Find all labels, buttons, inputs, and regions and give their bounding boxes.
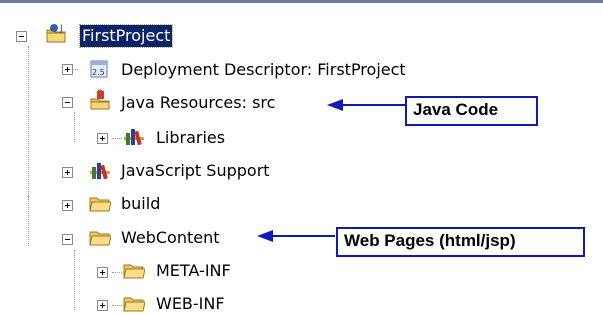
expand-toggle[interactable] — [62, 200, 73, 211]
expand-toggle[interactable] — [97, 133, 108, 144]
tree-node-label: Deployment Descriptor: FirstProject — [121, 60, 406, 79]
expand-toggle[interactable] — [62, 167, 73, 178]
callout-web-pages: Web Pages (html/jsp) — [336, 227, 585, 257]
folder-icon — [89, 231, 111, 246]
folder-icon — [123, 264, 145, 279]
collapse-toggle[interactable] — [62, 234, 73, 245]
java-resources-icon — [90, 89, 110, 110]
svg-text:J: J — [59, 24, 63, 34]
expand-toggle[interactable] — [62, 64, 73, 75]
panel-top-border — [0, 0, 603, 3]
deployment-descriptor-icon: 2.5 — [90, 60, 108, 78]
svg-text:2.5: 2.5 — [92, 68, 105, 77]
collapse-toggle[interactable] — [16, 31, 27, 42]
tree-guide-line — [112, 272, 122, 273]
tree-node-label: WebContent — [121, 228, 220, 247]
tree-guide-line — [74, 112, 75, 142]
tree-node-label: Libraries — [156, 128, 226, 147]
tree-node-label: JavaScript Support — [121, 161, 270, 180]
tree-node-label: FirstProject — [78, 24, 174, 48]
folder-icon — [123, 297, 145, 312]
tree-guide-line — [112, 138, 122, 139]
arrow-icon — [327, 99, 405, 111]
tree-guide-line — [74, 250, 75, 310]
project-icon: J — [46, 24, 66, 43]
expand-toggle[interactable] — [97, 267, 108, 278]
tree-node-label: Java Resources: src — [121, 93, 276, 112]
arrow-icon — [257, 230, 335, 242]
tree-guide-line — [28, 46, 29, 196]
libraries-icon — [90, 163, 110, 180]
expand-toggle[interactable] — [97, 300, 108, 311]
tree-node-label: build — [121, 194, 161, 213]
tree-guide-line — [112, 305, 122, 306]
folder-icon — [89, 197, 111, 212]
collapse-toggle[interactable] — [62, 97, 73, 108]
callout-java-code: Java Code — [405, 96, 538, 126]
tree-node-label: META-INF — [156, 261, 231, 280]
tree-guide-line — [28, 196, 29, 246]
tree-node-label: WEB-INF — [156, 294, 225, 313]
libraries-icon — [124, 129, 144, 146]
